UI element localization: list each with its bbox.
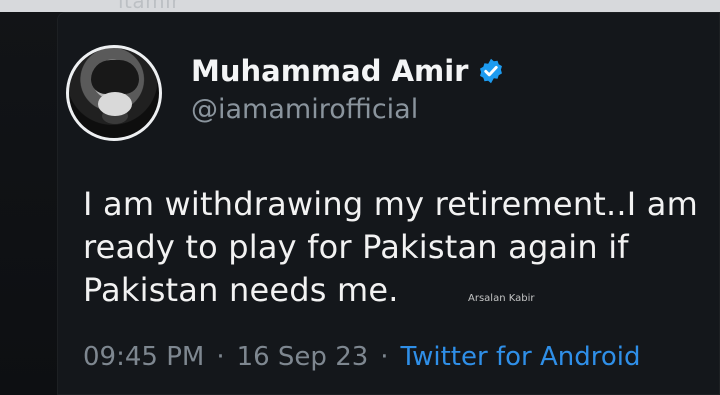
metadata-separator: · <box>216 342 225 372</box>
tweet-text: I am withdrawing my retirement..I am rea… <box>83 183 703 312</box>
tweet-text-line: ready to play for Pakistan again if <box>83 228 629 266</box>
avatar[interactable] <box>66 45 162 141</box>
tweet-text-line: I am withdrawing my retirement..I am <box>83 185 698 223</box>
tweet-metadata: 09:45 PM · 16 Sep 23 · Twitter for Andro… <box>83 342 641 372</box>
metadata-separator: · <box>380 342 389 372</box>
tweet-text-line: Pakistan needs me. <box>83 271 399 309</box>
tweet-time[interactable]: 09:45 PM <box>83 342 204 372</box>
screenshot-frame: itamir Muhammad Amir @iamamirofficial I … <box>0 0 720 395</box>
top-strip <box>0 0 720 12</box>
author-display-name[interactable]: Muhammad Amir <box>191 54 468 88</box>
author-handle[interactable]: @iamamirofficial <box>191 94 418 125</box>
author-name-row[interactable]: Muhammad Amir <box>191 53 505 89</box>
verified-icon <box>480 58 503 84</box>
tweet-date[interactable]: 16 Sep 23 <box>237 342 369 372</box>
watermark-text: Arsalan Kabir <box>468 293 535 304</box>
tweet-source-link[interactable]: Twitter for Android <box>401 342 641 372</box>
